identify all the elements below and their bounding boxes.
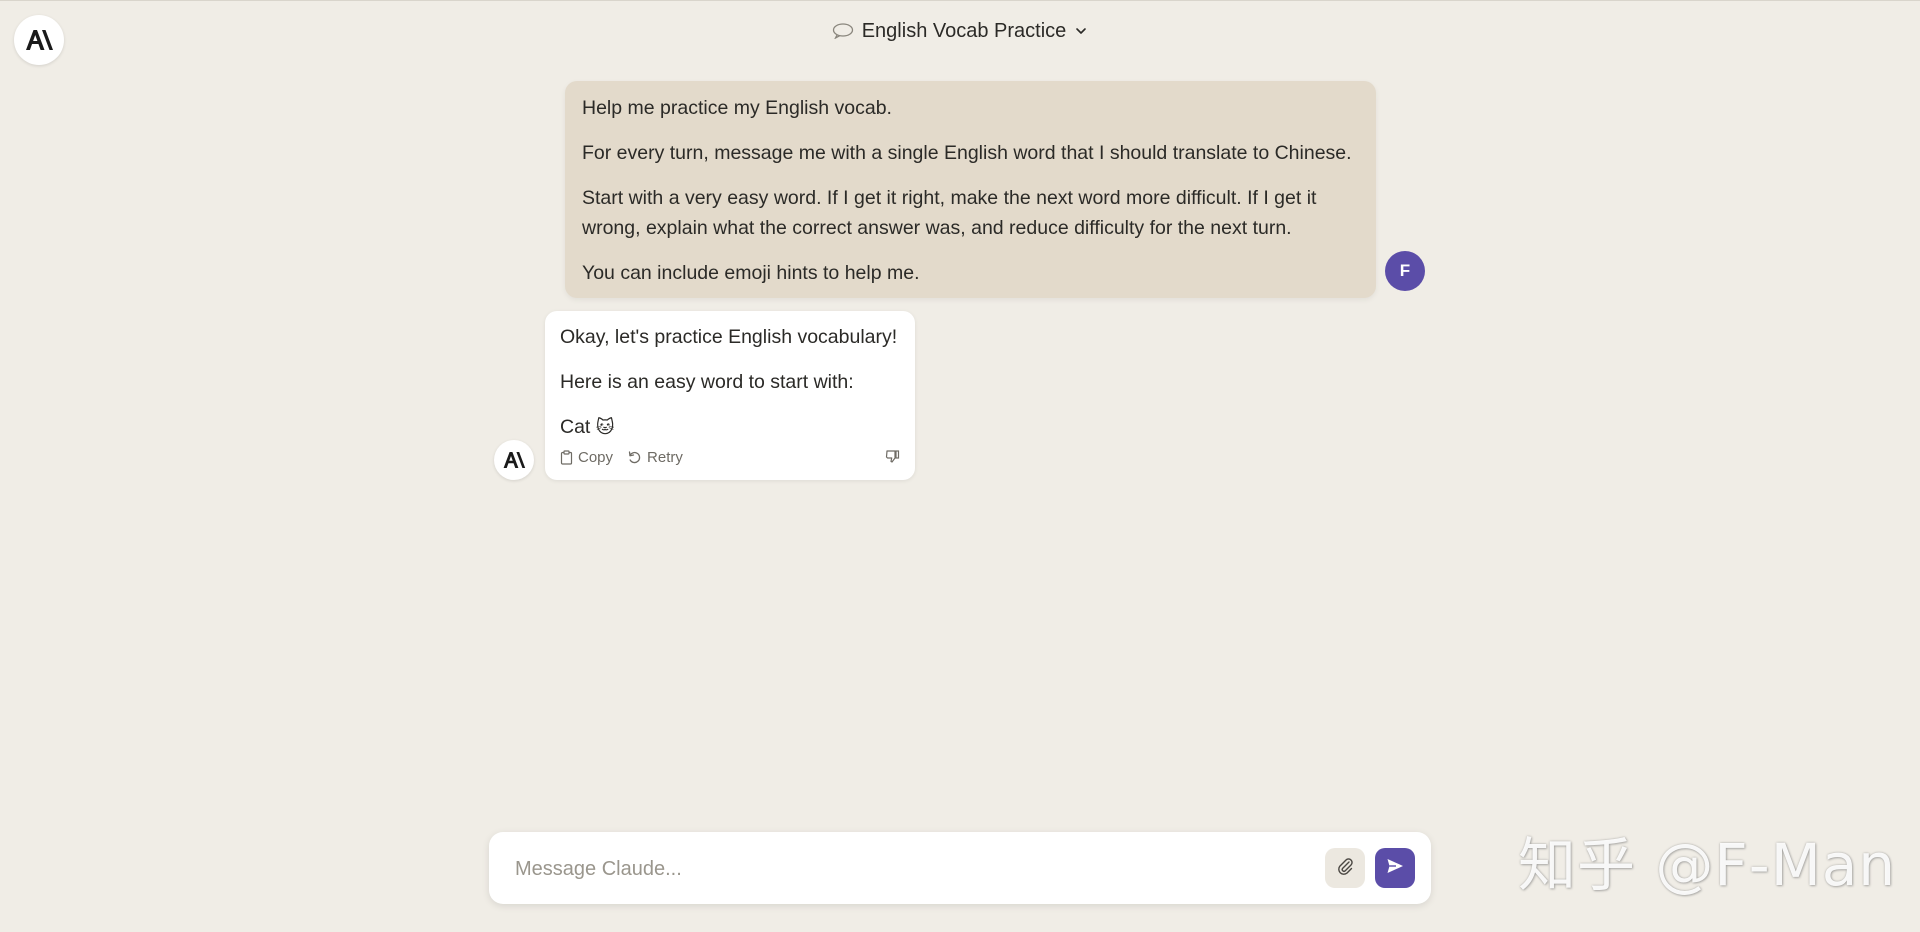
message-paragraph: For every turn, message me with a single… xyxy=(582,142,1352,164)
copy-label: Copy xyxy=(578,448,614,466)
send-button[interactable] xyxy=(1375,848,1415,888)
message-paragraph: Help me practice my English vocab. xyxy=(582,97,892,119)
top-border xyxy=(0,0,1920,1)
paperclip-icon xyxy=(1335,856,1355,881)
retry-icon xyxy=(627,450,642,465)
cat-emoji: 🐱 xyxy=(595,417,615,437)
retry-button[interactable]: Retry xyxy=(627,449,683,466)
message-paragraph: You can include emoji hints to help me. xyxy=(582,262,920,284)
user-message: Help me practice my English vocab. For e… xyxy=(565,81,1376,298)
send-icon xyxy=(1385,856,1405,881)
message-input[interactable] xyxy=(513,832,1297,906)
thumbs-down-icon[interactable] xyxy=(885,449,900,468)
chevron-down-icon xyxy=(1074,24,1088,38)
message-composer xyxy=(489,832,1431,906)
conversation-title: English Vocab Practice xyxy=(861,19,1067,42)
user-avatar[interactable]: F xyxy=(1385,251,1425,291)
clipboard-icon xyxy=(560,449,573,465)
copy-button[interactable]: Copy xyxy=(560,449,613,466)
message-paragraph: Here is an easy word to start with: xyxy=(560,371,854,393)
vocab-word: Cat xyxy=(560,416,591,438)
message-paragraph: Okay, let's practice English vocabulary! xyxy=(560,326,898,348)
message-paragraph: Start with a very easy word. If I get it… xyxy=(582,187,1317,239)
attach-file-button[interactable] xyxy=(1325,848,1365,888)
vocab-word-line: Cat 🐱 xyxy=(560,412,900,442)
message-actions: Copy Retry xyxy=(560,446,900,468)
assistant-message: Okay, let's practice English vocabulary!… xyxy=(545,311,915,480)
watermark: 知乎 @F-Man xyxy=(1518,831,1897,899)
assistant-avatar xyxy=(494,440,534,480)
chat-bubble-icon xyxy=(832,23,854,39)
retry-label: Retry xyxy=(647,448,683,466)
conversation-title-dropdown[interactable]: English Vocab Practice xyxy=(0,16,1920,46)
